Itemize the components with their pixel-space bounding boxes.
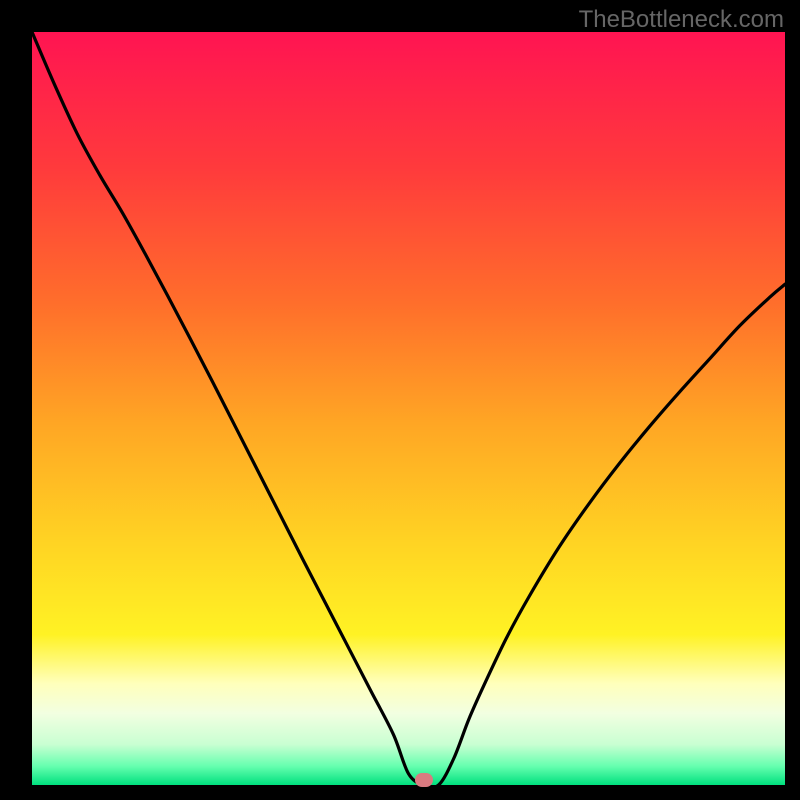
line-plot [32,32,785,785]
bottleneck-curve [32,32,785,785]
chart-container: TheBottleneck.com [0,0,800,800]
optimal-point-marker [415,773,433,787]
attribution-text: TheBottleneck.com [579,6,784,34]
